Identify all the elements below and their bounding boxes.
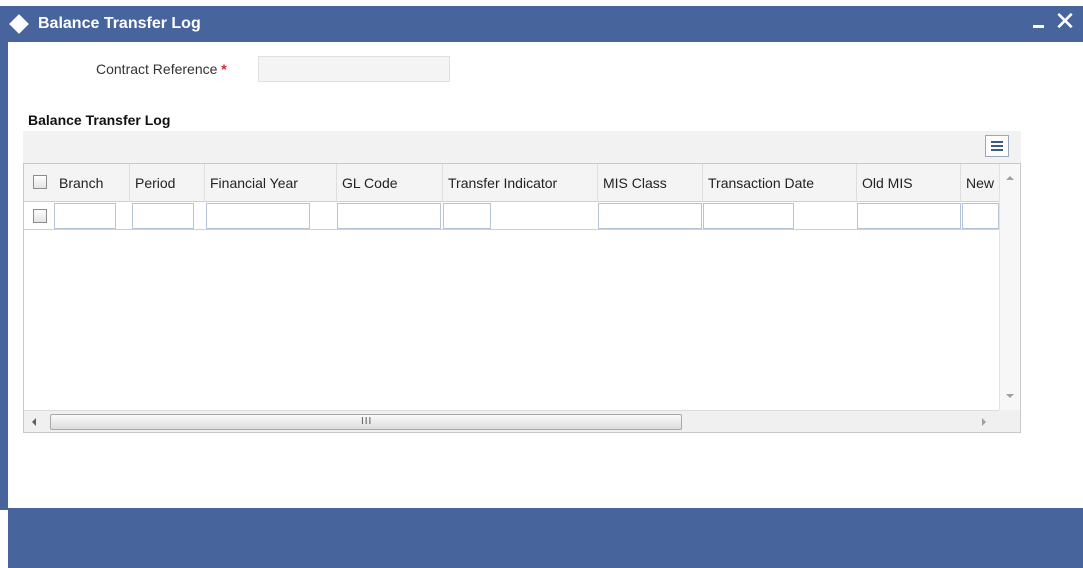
mis-class-cell-input[interactable]: [598, 203, 702, 229]
row-checkbox[interactable]: [33, 209, 47, 223]
new-mis-cell-input[interactable]: [962, 203, 999, 229]
contract-reference-input[interactable]: [258, 56, 450, 82]
grid-header: Branch Period Financial Year GL Code Tra…: [24, 164, 999, 202]
vertical-scrollbar[interactable]: [999, 164, 1020, 410]
select-all-checkbox[interactable]: [33, 175, 47, 189]
financial-year-cell-input[interactable]: [206, 203, 310, 229]
gl-code-cell-input[interactable]: [337, 203, 441, 229]
close-button[interactable]: ✕: [1054, 8, 1076, 34]
scroll-grip: III: [361, 416, 373, 427]
column-header-branch[interactable]: Branch: [54, 164, 130, 202]
diamond-icon: [9, 14, 29, 34]
minimize-button[interactable]: [1030, 13, 1048, 33]
period-cell-input[interactable]: [132, 203, 194, 229]
title-bar: Balance Transfer Log ✕: [0, 6, 1083, 42]
window-left-border: [0, 42, 8, 510]
balance-transfer-log-window: Balance Transfer Log ✕ Contract Referenc…: [0, 0, 1083, 568]
branch-cell-input[interactable]: [54, 203, 116, 229]
scroll-corner: [999, 410, 1020, 432]
balance-transfer-grid: Branch Period Financial Year GL Code Tra…: [23, 163, 1021, 433]
scroll-up-icon[interactable]: [1006, 176, 1014, 180]
old-mis-cell-input[interactable]: [857, 203, 961, 229]
scroll-right-icon[interactable]: [982, 418, 986, 426]
column-header-mis-class[interactable]: MIS Class: [598, 164, 703, 202]
required-marker: *: [221, 61, 227, 77]
contract-reference-label-text: Contract Reference: [96, 61, 218, 77]
column-header-transfer-indicator[interactable]: Transfer Indicator: [443, 164, 598, 202]
horizontal-scrollbar[interactable]: III: [24, 410, 999, 432]
column-header-financial-year[interactable]: Financial Year: [205, 164, 337, 202]
scroll-down-icon[interactable]: [1006, 394, 1014, 398]
column-header-transaction-date[interactable]: Transaction Date: [703, 164, 857, 202]
transaction-date-cell-input[interactable]: [703, 203, 794, 229]
grid-toolbar: [23, 131, 1021, 163]
table-row: [24, 202, 999, 230]
column-header-new-mis[interactable]: New: [961, 164, 999, 202]
horizontal-scroll-thumb[interactable]: III: [50, 414, 682, 430]
section-title: Balance Transfer Log: [28, 112, 171, 128]
column-header-gl-code[interactable]: GL Code: [337, 164, 443, 202]
footer-bar: [8, 508, 1083, 568]
contract-reference-label: Contract Reference *: [96, 61, 227, 77]
list-view-icon[interactable]: [985, 135, 1009, 157]
window-title: Balance Transfer Log: [38, 15, 201, 32]
transfer-indicator-cell-input[interactable]: [443, 203, 491, 229]
column-header-period[interactable]: Period: [130, 164, 205, 202]
column-header-old-mis[interactable]: Old MIS: [857, 164, 961, 202]
scroll-left-icon[interactable]: [32, 418, 36, 426]
